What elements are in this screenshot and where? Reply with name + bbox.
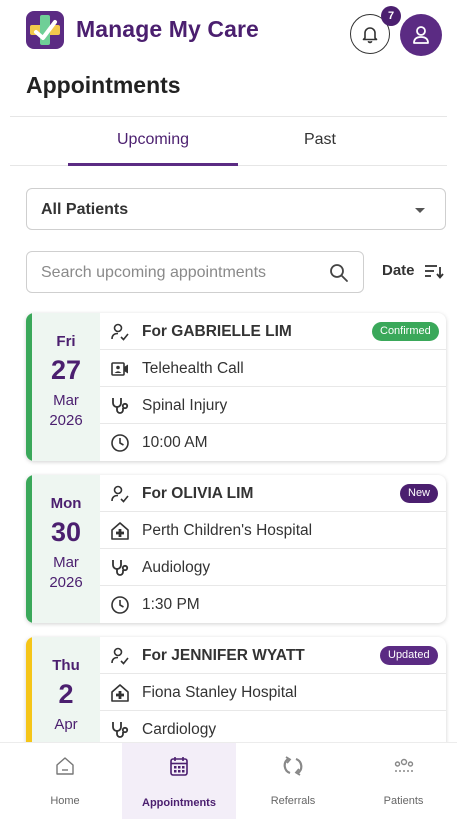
clock-icon bbox=[111, 596, 129, 614]
clock-icon bbox=[111, 434, 129, 452]
bottom-navigation: Home Appointments Referrals Patients bbox=[0, 742, 457, 819]
nav-patients-label: Patients bbox=[383, 795, 424, 807]
user-icon bbox=[413, 26, 429, 44]
bell-icon bbox=[362, 27, 378, 44]
search-placeholder: Search upcoming appointments bbox=[41, 264, 267, 281]
appointment-year: 2026 bbox=[49, 574, 83, 591]
status-badge: Updated bbox=[380, 646, 438, 665]
specialty-row: Spinal Injury bbox=[100, 387, 446, 424]
notification-count-badge: 7 bbox=[381, 6, 401, 26]
nav-appointments[interactable]: Appointments bbox=[122, 743, 236, 819]
video-icon bbox=[111, 362, 128, 376]
stethoscope-icon bbox=[112, 398, 129, 414]
search-icon[interactable] bbox=[329, 263, 349, 283]
sort-label: Date bbox=[382, 262, 415, 279]
appointment-date: Mon 30 Mar 2026 bbox=[32, 475, 100, 623]
nav-patients[interactable]: Patients bbox=[350, 743, 457, 819]
search-input[interactable]: Search upcoming appointments bbox=[26, 251, 364, 293]
referrals-icon bbox=[283, 756, 303, 776]
tab-past[interactable]: Past bbox=[240, 117, 400, 166]
location-row: Fiona Stanley Hospital bbox=[100, 674, 446, 711]
hospital-icon bbox=[111, 684, 129, 702]
appointment-month: Mar bbox=[53, 554, 79, 571]
dropdown-arrow-icon bbox=[415, 208, 425, 213]
tab-upcoming[interactable]: Upcoming bbox=[68, 117, 238, 166]
hospital-icon bbox=[111, 522, 129, 540]
sort-by-date-button[interactable]: Date bbox=[382, 262, 444, 279]
calendar-icon bbox=[170, 757, 188, 776]
appointment-day: 30 bbox=[50, 517, 82, 547]
appointment-month: Apr bbox=[54, 716, 78, 733]
appointment-day: 27 bbox=[50, 355, 82, 385]
appointment-day: 2 bbox=[58, 679, 74, 709]
location-text: Perth Children's Hospital bbox=[142, 522, 313, 539]
appointment-weekday: Thu bbox=[52, 657, 80, 674]
patient-filter-select[interactable]: All Patients bbox=[26, 188, 446, 230]
appointment-month: Mar bbox=[53, 392, 79, 409]
profile-button[interactable] bbox=[400, 14, 442, 56]
time-row: 10:00 AM bbox=[100, 424, 446, 461]
time-text: 1:30 PM bbox=[142, 596, 200, 613]
app-header: Manage My Care 7 bbox=[0, 0, 457, 64]
sort-icon bbox=[425, 265, 444, 279]
location-text: Fiona Stanley Hospital bbox=[142, 684, 298, 701]
home-icon bbox=[56, 757, 74, 775]
page-title: Appointments bbox=[26, 72, 181, 98]
appointment-card[interactable]: Mon 30 Mar 2026 For OLIVIA LIM New Perth… bbox=[26, 475, 446, 623]
nav-home[interactable]: Home bbox=[8, 743, 122, 819]
patient-name: For GABRIELLE LIM bbox=[142, 323, 292, 340]
patient-icon bbox=[111, 485, 129, 503]
stethoscope-icon bbox=[112, 560, 129, 576]
patient-name: For JENNIFER WYATT bbox=[142, 647, 305, 664]
nav-home-label: Home bbox=[50, 795, 80, 807]
nav-referrals[interactable]: Referrals bbox=[236, 743, 350, 819]
status-badge: Confirmed bbox=[372, 322, 439, 341]
appointment-date: Fri 27 Mar 2026 bbox=[32, 313, 100, 461]
app-logo-icon bbox=[26, 11, 64, 49]
patient-row: For OLIVIA LIM New bbox=[100, 475, 446, 512]
specialty-text: Cardiology bbox=[142, 721, 217, 738]
specialty-text: Audiology bbox=[142, 559, 211, 576]
appointment-card[interactable]: Fri 27 Mar 2026 For GABRIELLE LIM Confir… bbox=[26, 313, 446, 461]
appointment-weekday: Fri bbox=[56, 333, 76, 350]
appointment-year: 2026 bbox=[49, 412, 83, 429]
nav-appointments-label: Appointments bbox=[142, 797, 216, 809]
time-text: 10:00 AM bbox=[142, 434, 208, 451]
patient-icon bbox=[111, 323, 129, 341]
patient-filter-value: All Patients bbox=[41, 201, 129, 218]
active-tab-indicator bbox=[68, 163, 238, 166]
status-badge: New bbox=[400, 484, 439, 503]
appointment-weekday: Mon bbox=[50, 495, 82, 512]
patient-icon bbox=[111, 647, 129, 665]
location-row: Perth Children's Hospital bbox=[100, 512, 446, 549]
location-text: Telehealth Call bbox=[142, 360, 244, 377]
specialty-row: Audiology bbox=[100, 549, 446, 586]
appointment-tabs: Upcoming Past bbox=[10, 116, 447, 166]
time-row: 1:30 PM bbox=[100, 586, 446, 623]
specialty-text: Spinal Injury bbox=[142, 397, 228, 414]
stethoscope-icon bbox=[112, 722, 129, 738]
patient-name: For OLIVIA LIM bbox=[142, 485, 254, 502]
nav-referrals-label: Referrals bbox=[270, 795, 316, 807]
patient-row: For JENNIFER WYATT Updated bbox=[100, 637, 446, 674]
patient-row: For GABRIELLE LIM Confirmed bbox=[100, 313, 446, 350]
location-row: Telehealth Call bbox=[100, 350, 446, 387]
patients-icon bbox=[394, 758, 413, 772]
app-title: Manage My Care bbox=[76, 16, 259, 42]
